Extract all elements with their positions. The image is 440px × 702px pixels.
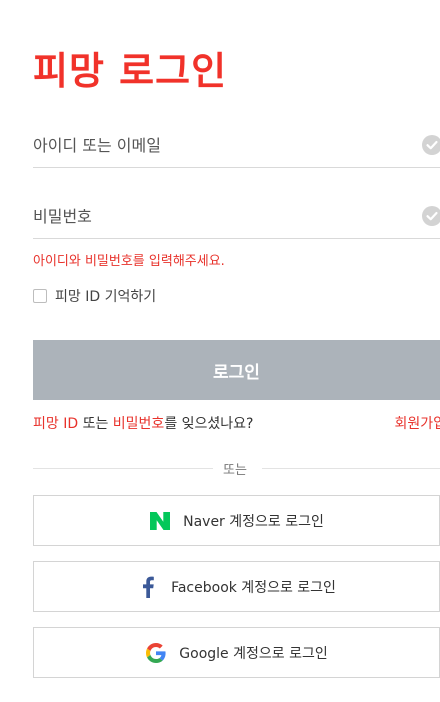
remember-id[interactable]: 피망 ID 기억하기 bbox=[33, 286, 156, 306]
or-divider: 또는 bbox=[33, 458, 440, 478]
remember-checkbox[interactable] bbox=[33, 289, 47, 303]
naver-logo-icon bbox=[149, 510, 171, 532]
facebook-login-label: Facebook 계정으로 로그인 bbox=[171, 579, 336, 596]
divider-text: 또는 bbox=[223, 463, 247, 478]
google-login-label: Google 계정으로 로그인 bbox=[179, 645, 328, 662]
divider-line-right bbox=[262, 468, 440, 469]
forgot-password-link[interactable]: 비밀번호 bbox=[113, 416, 165, 432]
check-circle-icon bbox=[422, 206, 440, 226]
signup-link[interactable]: 회원가입 bbox=[394, 413, 440, 433]
page-title: 피망 로그인 bbox=[33, 49, 228, 93]
password-field[interactable] bbox=[33, 194, 440, 239]
naver-login-button[interactable]: Naver 계정으로 로그인 bbox=[33, 495, 440, 546]
forgot-id-link[interactable]: 피망 ID bbox=[33, 416, 78, 432]
naver-login-label: Naver 계정으로 로그인 bbox=[183, 513, 324, 530]
error-message: 아이디와 비밀번호를 입력해주세요. bbox=[33, 254, 225, 269]
divider-line-left bbox=[33, 468, 213, 469]
id-field[interactable] bbox=[33, 123, 440, 168]
help-links: 피망 ID 또는 비밀번호를 잊으셨나요? 회원가입 bbox=[33, 413, 440, 433]
facebook-logo-icon bbox=[137, 576, 159, 598]
login-button[interactable]: 로그인 bbox=[33, 340, 440, 400]
password-input[interactable] bbox=[33, 194, 413, 238]
forgot-text: 피망 ID 또는 비밀번호를 잊으셨나요? bbox=[33, 413, 254, 433]
google-login-button[interactable]: Google 계정으로 로그인 bbox=[33, 627, 440, 678]
facebook-login-button[interactable]: Facebook 계정으로 로그인 bbox=[33, 561, 440, 612]
google-logo-icon bbox=[145, 642, 167, 664]
forgot-suffix: 를 잊으셨나요? bbox=[164, 416, 254, 432]
forgot-or: 또는 bbox=[78, 416, 113, 432]
id-input[interactable] bbox=[33, 123, 413, 167]
remember-label: 피망 ID 기억하기 bbox=[55, 289, 157, 305]
check-circle-icon bbox=[422, 135, 440, 155]
